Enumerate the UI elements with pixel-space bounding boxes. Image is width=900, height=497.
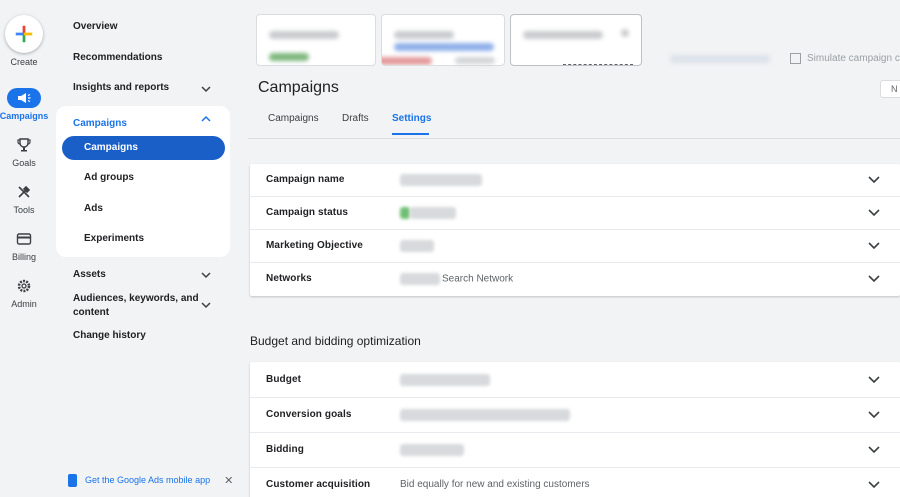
setting-row-marketing-objective[interactable]: Marketing Objective [250,230,900,263]
setting-value: Search Network [400,273,513,285]
rail-item-billing[interactable]: Billing [0,229,48,262]
chevron-down-icon[interactable] [868,241,880,251]
setting-value-redacted [400,444,464,456]
plus-icon [15,25,33,43]
mobile-app-link[interactable]: Get the Google Ads mobile app [85,475,210,485]
setting-row-bidding[interactable]: Bidding [250,433,900,468]
setting-row-campaign-name[interactable]: Campaign name [250,164,900,197]
side-nav: Overview Recommendations Insights and re… [56,0,233,497]
new-button[interactable]: N [880,80,900,98]
nav-sub-experiments[interactable]: Experiments [84,233,144,244]
nav-recommendations[interactable]: Recommendations [73,52,162,63]
setting-row-conversion-goals[interactable]: Conversion goals [250,398,900,433]
chevron-down-icon[interactable] [201,270,211,280]
rail-item-goals[interactable]: Goals [0,135,48,168]
active-tab-indicator [392,133,429,135]
nav-insights[interactable]: Insights and reports [73,82,169,93]
nav-assets[interactable]: Assets [73,269,106,280]
rail-label-billing: Billing [11,252,36,262]
nav-overview[interactable]: Overview [73,21,117,32]
chevron-up-icon[interactable] [201,114,211,124]
rail-item-tools[interactable]: Tools [0,182,48,215]
nav-audiences-line2[interactable]: content [73,307,109,318]
create-button[interactable] [5,15,43,53]
setting-label: Marketing Objective [266,240,363,251]
setting-value-redacted [400,207,456,219]
setting-label: Networks [266,273,312,284]
setting-value-redacted [400,240,434,252]
tab-settings[interactable]: Settings [392,113,431,124]
campaigns-nav-group: Campaigns Campaigns Ad groups Ads Experi… [56,106,230,257]
megaphone-icon [7,88,41,108]
simulate-icon [790,53,801,64]
rail-label-tools: Tools [13,205,35,215]
budget-settings-panel: Budget Conversion goals Bidding Customer… [250,362,900,497]
left-rail: Create Campaigns Goals Tools Billing Adm… [0,0,48,497]
setting-value-redacted [400,409,570,421]
tabs-divider [248,138,900,139]
setting-row-networks[interactable]: Networks Search Network [250,263,900,296]
campaign-settings-panel: Campaign name Campaign status Marketing … [250,164,900,296]
networks-value: Search Network [442,273,514,285]
chevron-down-icon[interactable] [868,410,880,420]
chevron-down-icon[interactable] [201,84,211,94]
gear-icon [7,276,41,296]
setting-row-customer-acquisition[interactable]: Customer acquisition Bid equally for new… [250,468,900,497]
close-icon[interactable]: ✕ [224,474,233,487]
chevron-down-icon[interactable] [868,208,880,218]
nav-audiences-line1[interactable]: Audiences, keywords, and [73,293,199,304]
tab-drafts[interactable]: Drafts [342,113,369,124]
simulate-label: Simulate campaign c [807,53,900,64]
rail-item-admin[interactable]: Admin [0,276,48,309]
summary-card[interactable] [256,14,376,66]
nav-campaigns-group[interactable]: Campaigns [73,118,127,129]
tab-campaigns[interactable]: Campaigns [268,113,319,124]
create-label: Create [10,57,38,67]
phone-icon [68,473,77,487]
nav-sub-ad-groups[interactable]: Ad groups [84,172,134,183]
rail-label-goals: Goals [12,158,36,168]
setting-label: Bidding [266,444,304,455]
chevron-down-icon[interactable] [868,274,880,284]
nav-sub-campaigns[interactable]: Campaigns [62,136,225,160]
setting-row-campaign-status[interactable]: Campaign status [250,197,900,230]
nav-sub-ads[interactable]: Ads [84,203,103,214]
customer-acquisition-value: Bid equally for new and existing custome… [400,479,590,490]
trophy-icon [7,135,41,155]
setting-row-budget[interactable]: Budget [250,362,900,398]
chevron-down-icon[interactable] [868,175,880,185]
credit-card-icon [7,229,41,249]
rail-label-admin: Admin [11,299,37,309]
chevron-down-icon[interactable] [868,480,880,490]
chevron-down-icon[interactable] [201,300,211,310]
setting-label: Budget [266,374,302,385]
budget-section-title: Budget and bidding optimization [250,334,421,348]
setting-label: Conversion goals [266,409,352,420]
setting-value-redacted [400,174,482,186]
chevron-down-icon[interactable] [868,445,880,455]
rail-item-campaigns[interactable]: Campaigns [0,88,48,121]
page-title: Campaigns [258,79,339,96]
tools-icon [7,182,41,202]
nav-change-history[interactable]: Change history [73,330,146,341]
summary-card[interactable] [510,14,642,66]
setting-value-redacted [400,374,490,386]
mobile-app-banner[interactable]: Get the Google Ads mobile app ✕ [68,470,236,490]
setting-label: Campaign status [266,207,349,218]
simulate-campaign-toggle[interactable]: Simulate campaign c [790,53,900,64]
setting-label: Customer acquisition [266,479,371,490]
rail-label-campaigns: Campaigns [0,111,49,121]
setting-label: Campaign name [266,174,345,185]
chevron-down-icon[interactable] [868,375,880,385]
